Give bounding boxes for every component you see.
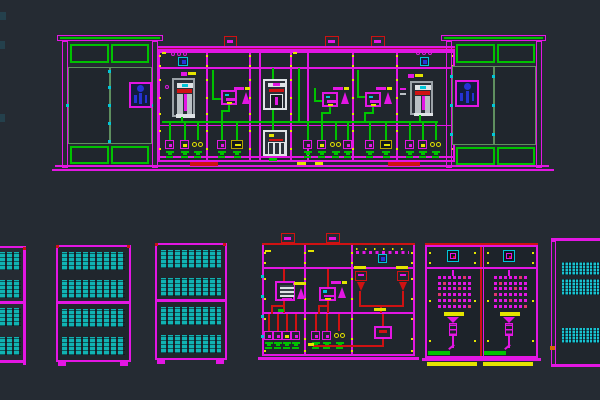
marker — [550, 346, 555, 350]
frame-bottom — [551, 364, 600, 367]
annotation-text-block — [562, 262, 600, 275]
annotation-panel[interactable] — [0, 0, 600, 400]
annotation-text-block — [562, 328, 600, 343]
frame-top — [551, 238, 600, 241]
sheet — [556, 241, 600, 364]
drawing-canvas[interactable] — [0, 0, 600, 400]
annotation-text-block — [562, 279, 600, 295]
